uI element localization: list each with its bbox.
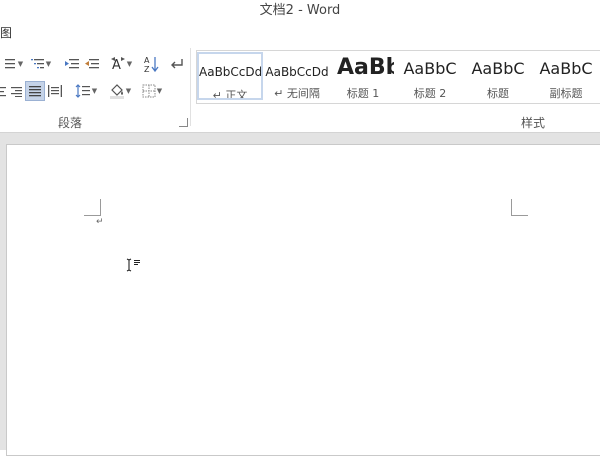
align-left-icon bbox=[0, 87, 6, 97]
chevron-down-icon: ▼ bbox=[91, 87, 98, 95]
align-right-icon bbox=[11, 87, 22, 97]
shading-button[interactable]: ▼ bbox=[106, 82, 134, 100]
tab-view-fragment[interactable]: 图 bbox=[0, 23, 12, 43]
style-title[interactable]: AaBbC 标题 bbox=[465, 52, 531, 100]
bullets-icon bbox=[4, 59, 15, 69]
increase-indent-icon bbox=[85, 59, 99, 69]
chevron-down-icon: ▼ bbox=[126, 60, 133, 68]
style-label: 副标题 bbox=[549, 87, 583, 100]
text-cursor-icon bbox=[126, 258, 140, 272]
chevron-down-icon: ▼ bbox=[45, 60, 52, 68]
borders-button[interactable]: ▼ bbox=[138, 82, 166, 100]
align-right-button[interactable] bbox=[8, 82, 24, 100]
sort-button[interactable]: A Z bbox=[141, 53, 161, 75]
svg-text:Z: Z bbox=[144, 65, 150, 73]
increase-indent-button[interactable] bbox=[82, 55, 102, 73]
document-workspace: ↵ bbox=[0, 133, 600, 456]
style-heading-2[interactable]: AaBbC 标题 2 bbox=[397, 52, 463, 100]
style-no-spacing[interactable]: AaBbCcDd ↵ 无间隔 bbox=[264, 52, 330, 100]
paragraph-group-label: 段落 bbox=[58, 116, 83, 130]
document-page[interactable]: ↵ bbox=[6, 144, 600, 456]
crop-mark-top-right bbox=[511, 199, 528, 216]
window-title: 文档2 - Word bbox=[259, 3, 341, 18]
style-label: 标题 bbox=[487, 87, 509, 100]
ribbon: ▼ ▼ A ▼ A Z ▼ ▼ ▼ 段落 AaBbCcDd ↵ 正文 AaBbC… bbox=[0, 44, 600, 133]
styles-group-label: 样式 bbox=[521, 116, 546, 130]
style-label: 标题 2 bbox=[413, 87, 447, 100]
style-heading-1[interactable]: AaBb 标题 1 bbox=[332, 52, 394, 100]
decrease-indent-icon bbox=[65, 59, 79, 69]
decrease-indent-button[interactable] bbox=[62, 55, 82, 73]
line-spacing-icon bbox=[75, 84, 90, 98]
style-sample: AaBbC bbox=[471, 59, 525, 78]
crop-mark-top-left bbox=[84, 199, 101, 216]
multilevel-list-icon bbox=[30, 59, 44, 69]
style-sample: AaBbC bbox=[403, 59, 457, 78]
paragraph-mark: ↵ bbox=[96, 217, 104, 227]
borders-icon bbox=[142, 84, 156, 98]
multilevel-list-button[interactable]: ▼ bbox=[28, 55, 54, 73]
chevron-down-icon: ▼ bbox=[156, 87, 163, 95]
sort-icon: A Z bbox=[144, 56, 159, 73]
chinese-layout-button[interactable]: A ▼ bbox=[108, 55, 134, 73]
bullets-button[interactable]: ▼ bbox=[0, 55, 26, 73]
styles-gallery: AaBbCcDd ↵ 正文 AaBbCcDd ↵ 无间隔 AaBb 标题 1 A… bbox=[196, 50, 600, 104]
paragraph-mark-icon bbox=[171, 59, 183, 69]
ribbon-tabs: 图 bbox=[0, 22, 600, 44]
svg-text:A: A bbox=[144, 56, 150, 65]
line-spacing-button[interactable]: ▼ bbox=[72, 82, 100, 100]
style-sample: AaBbCcDd bbox=[199, 65, 263, 79]
distributed-button[interactable] bbox=[46, 82, 64, 100]
style-subtitle[interactable]: AaBbC 副标题 bbox=[533, 52, 599, 100]
align-left-button[interactable] bbox=[0, 82, 6, 100]
style-normal[interactable]: AaBbCcDd ↵ 正文 bbox=[197, 52, 263, 100]
title-bar: 文档2 - Word bbox=[0, 0, 600, 22]
show-marks-button[interactable] bbox=[167, 55, 187, 73]
chinese-layout-icon: A bbox=[110, 57, 125, 71]
justify-button[interactable] bbox=[25, 81, 45, 101]
distributed-icon bbox=[48, 85, 62, 97]
style-sample: AaBb bbox=[337, 55, 394, 80]
style-label: 标题 1 bbox=[346, 87, 380, 100]
paint-bucket-icon bbox=[109, 84, 124, 99]
style-label: ↵ 无间隔 bbox=[274, 87, 320, 100]
justify-icon bbox=[29, 86, 41, 97]
group-divider bbox=[190, 48, 191, 126]
style-sample: AaBbC bbox=[539, 59, 593, 78]
chevron-down-icon: ▼ bbox=[125, 87, 132, 95]
chevron-down-icon: ▼ bbox=[17, 60, 24, 68]
style-label: ↵ 正文 bbox=[212, 89, 248, 100]
style-sample: AaBbCcDd bbox=[265, 65, 329, 79]
paragraph-dialog-launcher-icon[interactable] bbox=[179, 118, 188, 127]
